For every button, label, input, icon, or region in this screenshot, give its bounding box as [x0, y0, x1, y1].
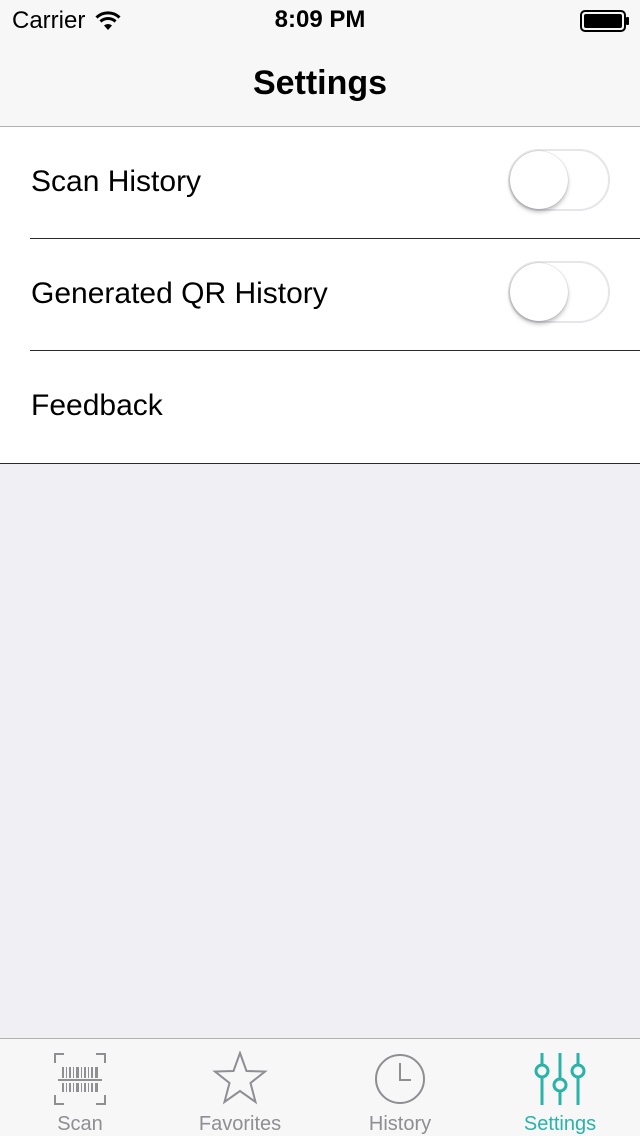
settings-row-generated-qr-history: Generated QR History — [0, 239, 640, 351]
toggle-knob — [510, 151, 568, 209]
generated-qr-history-toggle[interactable] — [508, 261, 610, 323]
status-time: 8:09 PM — [274, 6, 366, 33]
settings-row-scan-history: Scan History — [0, 127, 640, 239]
toggle-knob — [510, 263, 568, 321]
scan-history-toggle[interactable] — [508, 149, 610, 211]
tab-label: Scan — [57, 1113, 103, 1135]
barcode-scan-icon — [54, 1053, 106, 1105]
tab-bar: Scan Favorites History Settings — [0, 1038, 640, 1136]
star-icon — [212, 1051, 268, 1105]
page-title: Settings — [252, 64, 388, 102]
settings-screen: Carrier 8:09 PM Settings Scan History Ge… — [0, 0, 640, 1136]
sliders-icon — [534, 1053, 586, 1105]
settings-row-feedback[interactable]: Feedback — [0, 351, 640, 463]
tab-favorites[interactable]: Favorites — [160, 1039, 320, 1136]
status-bar: Carrier 8:09 PM — [0, 0, 640, 40]
tab-label: Settings — [523, 1113, 597, 1135]
battery-icon — [580, 10, 629, 32]
tab-scan[interactable]: Scan — [0, 1039, 160, 1136]
clock-icon — [375, 1054, 425, 1104]
navigation-bar: Settings — [0, 40, 640, 127]
tab-settings[interactable]: Settings — [480, 1039, 640, 1136]
tab-label: History — [368, 1113, 432, 1135]
tab-label: Favorites — [198, 1113, 282, 1135]
settings-row-label: Feedback — [31, 389, 163, 422]
settings-row-label: Generated QR History — [31, 277, 328, 310]
settings-row-label: Scan History — [31, 165, 202, 198]
settings-list: Scan History Generated QR History Feedba… — [0, 127, 640, 464]
tab-history[interactable]: History — [320, 1039, 480, 1136]
